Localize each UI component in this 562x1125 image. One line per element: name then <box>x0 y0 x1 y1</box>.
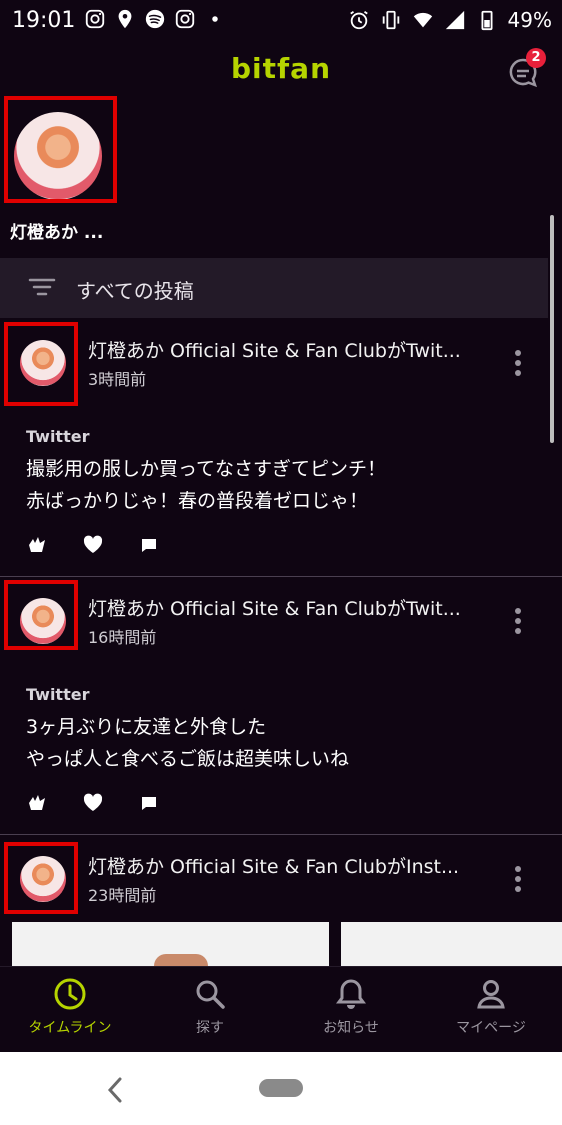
post-body: 撮影用の服しか買ってなさすぎてピンチ！ 赤ばっかりじゃ！春の普段着ゼロじゃ！ <box>26 453 386 517</box>
battery-icon <box>481 10 493 31</box>
post-title[interactable]: 灯橙あか Official Site & Fan ClubがInst... <box>88 852 483 879</box>
notification-icons <box>84 8 226 30</box>
post-body: 3ヶ月ぶりに友達と外食した やっぱ人と食べるご飯は超美味しいね <box>26 711 349 775</box>
post-time: 16時間前 <box>88 628 157 647</box>
post-avatar[interactable] <box>20 856 66 902</box>
post-time: 23時間前 <box>88 886 157 905</box>
nav-notifications[interactable]: お知らせ <box>281 977 421 1037</box>
post-card: 灯橙あか Official Site & Fan ClubがTwit... 16… <box>0 578 562 834</box>
cheer-icon[interactable] <box>26 792 48 814</box>
comment-icon[interactable] <box>138 792 160 814</box>
person-icon <box>477 980 505 1009</box>
post-card: 灯橙あか Official Site & Fan ClubがTwit... 3時… <box>0 320 562 576</box>
instagram-icon <box>85 9 105 29</box>
nav-label: お知らせ <box>323 1020 379 1036</box>
story-avatar <box>14 112 102 200</box>
status-time: 19:01 <box>12 8 76 33</box>
more-options-icon[interactable] <box>508 864 528 894</box>
instagram-icon <box>175 9 195 29</box>
post-avatar[interactable] <box>20 598 66 644</box>
search-icon <box>196 980 225 1009</box>
post-image[interactable] <box>341 922 562 966</box>
status-bar: 19:01 49% <box>0 0 562 40</box>
nav-search[interactable]: 探す <box>140 977 280 1037</box>
post-source: Twitter <box>26 685 90 704</box>
divider <box>0 576 562 577</box>
nav-timeline[interactable]: タイムライン <box>0 977 140 1037</box>
home-button[interactable] <box>259 1079 303 1097</box>
post-body-line: 3ヶ月ぶりに友達と外食した <box>26 716 267 738</box>
post-image-detail <box>154 954 208 966</box>
battery-percent: 49% <box>507 8 552 32</box>
nav-label: タイムライン <box>28 1020 112 1036</box>
comment-icon[interactable] <box>138 534 160 556</box>
post-time: 3時間前 <box>88 370 147 389</box>
heart-icon[interactable] <box>82 534 104 556</box>
app-header: bitfan 2 <box>0 40 562 100</box>
post-body-line: 赤ばっかりじゃ！春の普段着ゼロじゃ！ <box>26 490 369 512</box>
cheer-icon[interactable] <box>26 534 48 556</box>
wifi-icon <box>413 12 432 28</box>
post-source: Twitter <box>26 427 90 446</box>
post-title[interactable]: 灯橙あか Official Site & Fan ClubがTwit... <box>88 336 483 363</box>
signal-icon <box>445 10 464 30</box>
post-avatar[interactable] <box>20 340 66 386</box>
vibrate-icon <box>382 10 399 30</box>
more-options-icon[interactable] <box>508 348 528 378</box>
messages-button[interactable]: 2 <box>506 48 546 90</box>
filter-bar[interactable]: すべての投稿 <box>0 258 548 318</box>
nav-mypage[interactable]: マイページ <box>421 977 561 1037</box>
more-options-icon[interactable] <box>508 606 528 636</box>
dot-icon <box>212 16 218 22</box>
alarm-icon <box>349 10 368 30</box>
post-body-line: やっぱ人と食べるご飯は超美味しいね <box>26 748 350 770</box>
post-title[interactable]: 灯橙あか Official Site & Fan ClubがTwit... <box>88 594 483 621</box>
system-nav-bar <box>0 1052 562 1125</box>
back-icon[interactable] <box>104 1076 128 1104</box>
spotify-icon <box>145 9 165 29</box>
message-count-badge: 2 <box>526 48 546 68</box>
story-name: 灯橙あか ... <box>10 223 104 243</box>
clock-icon <box>54 978 86 1010</box>
bottom-nav: タイムライン 探す お知らせ マイページ <box>0 966 562 1053</box>
heart-icon[interactable] <box>82 792 104 814</box>
post-actions <box>26 534 160 556</box>
post-image[interactable] <box>12 922 329 966</box>
divider <box>0 834 562 835</box>
nav-label: 探す <box>196 1020 224 1036</box>
filter-label: すべての投稿 <box>76 279 194 303</box>
post-actions <box>26 792 160 814</box>
map-pin-icon <box>118 9 132 29</box>
system-status: 49% <box>348 8 552 32</box>
bell-icon <box>336 979 366 1009</box>
nav-label: マイページ <box>456 1020 526 1036</box>
filter-icon <box>28 278 56 296</box>
post-image-strip <box>12 922 562 966</box>
app-logo: bitfan <box>230 52 332 85</box>
post-body-line: 撮影用の服しか買ってなさすぎてピンチ！ <box>26 458 387 480</box>
